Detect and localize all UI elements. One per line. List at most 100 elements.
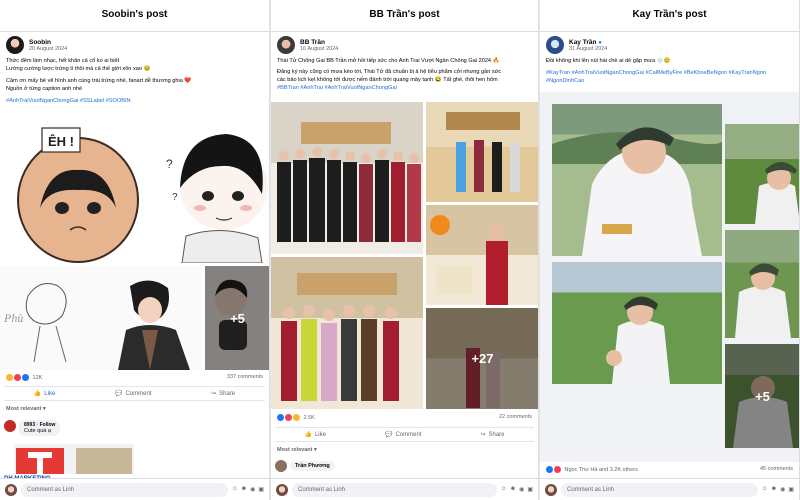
- reaction-summary: 12K 337 comments: [0, 374, 269, 381]
- comment-input[interactable]: Comment as Linh: [21, 482, 228, 497]
- like-label: Like: [44, 390, 56, 397]
- post-photo-side-2[interactable]: [725, 230, 799, 338]
- post-photo-more[interactable]: +27: [426, 308, 538, 409]
- post-hashtags[interactable]: #KayTran #AnhTraiVuotNganChongGai #CallM…: [546, 69, 793, 85]
- comment-count[interactable]: 45 comments: [760, 466, 793, 473]
- gif-icon[interactable]: ▣: [527, 486, 533, 493]
- author-name[interactable]: Soobin: [29, 39, 67, 46]
- post-photo-field[interactable]: [552, 262, 722, 384]
- comment-button[interactable]: 💬 Comment: [115, 390, 152, 398]
- reaction-icons: [277, 414, 300, 421]
- post-photo-more[interactable]: +5: [725, 344, 799, 448]
- post-title: Soobin's post: [0, 0, 269, 32]
- gif-icon[interactable]: ▣: [258, 486, 264, 493]
- post-photo-crew[interactable]: [271, 257, 423, 409]
- camera-icon[interactable]: ◉: [250, 486, 255, 493]
- author-name[interactable]: BB Trần: [300, 39, 338, 46]
- reaction-count-group[interactable]: Ngọc Thư Hà and 3.2K others: [546, 466, 638, 473]
- svg-text:?: ?: [172, 192, 178, 203]
- more-photos-overlay: +27: [426, 308, 538, 409]
- gif-icon[interactable]: ▣: [788, 486, 794, 493]
- commenter-name[interactable]: Trần Phương: [295, 463, 330, 469]
- post-body: Thức đêm làm nhạc, hết khăn cả cổ ko ai …: [0, 54, 269, 108]
- comment-composer: Comment as Linh ☺ ☻ ◉ ▣: [0, 478, 269, 500]
- post-panel-bb-tran: BB Trần's post BB Trần 16 August 2024 Th…: [271, 0, 539, 500]
- comment-text: Cute quá ạ: [24, 428, 51, 434]
- avatar: [5, 483, 17, 496]
- emoji-icon[interactable]: ☻: [510, 486, 516, 493]
- post-hashtags[interactable]: #AnhTraiVuotNganChongGai #SSLabel #SOOBI…: [6, 97, 263, 105]
- post-line: Đăng ký này cũng có mưa kéo tới, Thái Tử…: [277, 69, 502, 75]
- field-photo-graphic: [606, 296, 670, 384]
- post-line: Thái Tử Chông Gai BB Trần mở hồi tiếp sứ…: [277, 58, 500, 64]
- post-image-sketch[interactable]: Phù: [0, 266, 202, 370]
- comment-bubble: Trần Phương: [290, 461, 335, 471]
- emoji-icon[interactable]: ☻: [241, 486, 247, 493]
- avatar[interactable]: [275, 460, 287, 472]
- share-button[interactable]: ↪ Share: [211, 390, 236, 398]
- avatar: [545, 483, 557, 496]
- post-date[interactable]: 20 August 2024: [29, 46, 67, 52]
- sticker-icon[interactable]: ☺: [501, 486, 507, 493]
- reaction-count-group[interactable]: 12K: [6, 374, 42, 381]
- reaction-count-group[interactable]: 2.5K: [277, 414, 315, 421]
- like-button[interactable]: 👍 Like: [33, 390, 56, 398]
- love-icon: [14, 374, 21, 381]
- post-panel-soobin: Soobin's post Soobin 20 August 2024 Thức…: [0, 0, 270, 500]
- sticker-icon[interactable]: ☺: [232, 486, 238, 493]
- love-icon: [554, 466, 561, 473]
- like-reaction-icon: [546, 466, 553, 473]
- post-date[interactable]: 16 August 2024: [300, 46, 338, 52]
- post-author-row: Kay Trần ● 31 August 2024: [540, 32, 799, 54]
- avatar[interactable]: [277, 36, 295, 54]
- emoji-icon[interactable]: ☻: [771, 486, 777, 493]
- sketch-text: Phù: [3, 311, 23, 325]
- comment-image[interactable]: [14, 444, 134, 474]
- comment-count[interactable]: 22 comments: [499, 414, 532, 421]
- love-icon: [285, 414, 292, 421]
- more-photos-overlay: +5: [205, 266, 269, 370]
- author-name-text: Kay Trần: [569, 38, 597, 46]
- comment-input[interactable]: Comment as Linh: [292, 482, 497, 497]
- egg-speech-text: ÊH !: [48, 134, 74, 149]
- sticker-icon[interactable]: ☺: [762, 486, 768, 493]
- comment-sort-dropdown[interactable]: Most relevant ▾: [6, 406, 46, 412]
- comment-input[interactable]: Comment as Linh: [561, 482, 758, 497]
- comment-composer: Comment as Linh ☺ ☻ ◉ ▣: [271, 478, 538, 500]
- reaction-icons: [6, 374, 29, 381]
- avatar[interactable]: [546, 36, 564, 54]
- share-label: Share: [488, 431, 505, 438]
- comment-icon: 💬: [384, 432, 393, 438]
- thumbs-up-icon: 👍: [33, 391, 42, 397]
- post-line: Đồi không khi lên núi hái chè ai dè gặp …: [546, 58, 671, 64]
- post-image-egg-fanart[interactable]: ÊH ! ? ?: [0, 108, 269, 263]
- comment-count[interactable]: 337 comments: [227, 374, 263, 381]
- post-photo-side-1[interactable]: [725, 124, 799, 224]
- crew-photo-graphic: [281, 273, 399, 401]
- comment-sort-dropdown[interactable]: Most relevant ▾: [277, 447, 317, 453]
- like-button[interactable]: 👍 Like: [304, 431, 326, 439]
- comment-composer: Comment as Linh ☺ ☻ ◉ ▣: [540, 478, 799, 500]
- verified-badge-icon: ●: [598, 39, 602, 46]
- post-author-row: Soobin 20 August 2024: [0, 32, 269, 54]
- share-label: Share: [219, 390, 236, 397]
- post-title: BB Trần's post: [271, 0, 538, 32]
- comment-label: Comment: [125, 390, 152, 397]
- post-photo-group[interactable]: [271, 102, 423, 254]
- comment-label: Comment: [395, 431, 422, 438]
- post-photo-main[interactable]: [552, 104, 722, 256]
- comment-tools: ☺ ☻ ◉ ▣: [762, 486, 794, 493]
- avatar[interactable]: [4, 420, 16, 432]
- avatar[interactable]: [6, 36, 24, 54]
- share-button[interactable]: ↪ Share: [480, 431, 505, 439]
- post-photo-stage[interactable]: [426, 102, 538, 202]
- camera-icon[interactable]: ◉: [519, 486, 524, 493]
- post-image-more[interactable]: +5: [205, 266, 269, 370]
- comment-button[interactable]: 💬 Comment: [384, 431, 422, 439]
- camera-icon[interactable]: ◉: [780, 486, 785, 493]
- post-hashtags[interactable]: #BBTran #AnhTrai #AnhTraiVuotNganChongGa…: [277, 84, 532, 92]
- author-name[interactable]: Kay Trần ●: [569, 39, 607, 46]
- post-date[interactable]: 31 August 2024: [569, 46, 607, 52]
- post-photo-solo[interactable]: [426, 205, 538, 305]
- reaction-count: 2.5K: [303, 414, 315, 421]
